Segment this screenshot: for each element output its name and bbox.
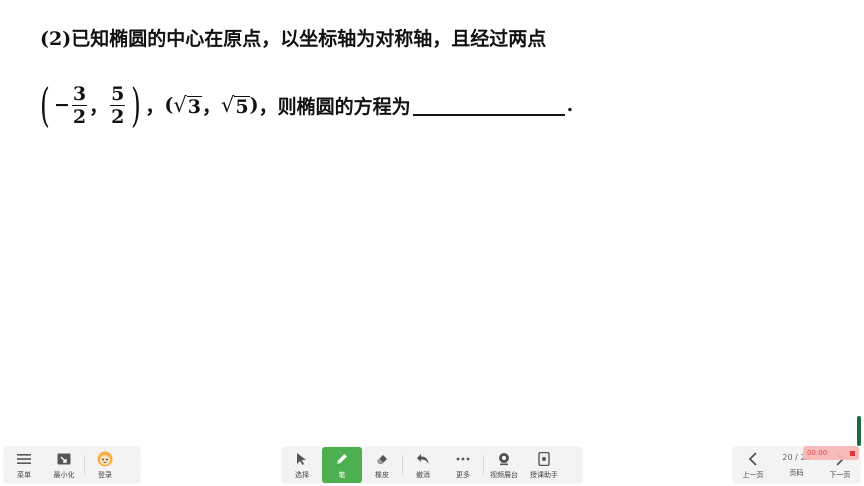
fraction-2: 5 2 [110, 82, 126, 128]
select-label: 选择 [295, 470, 309, 479]
sqrt-5: √ 5 [221, 93, 250, 117]
question-line-1: (2)已知椭圆的中心在原点，以坐标轴为对称轴，且经过两点 [40, 28, 547, 50]
select-tool[interactable]: 选择 [282, 447, 322, 483]
question-tail: 则椭圆的方程为 [277, 95, 411, 118]
undo-button[interactable]: 撤消 [403, 447, 443, 483]
chevron-left-icon [748, 451, 758, 467]
fraction-1-numerator: 3 [71, 82, 88, 106]
avatar-icon [97, 451, 113, 467]
period: . [566, 94, 574, 116]
eraser-label: 橡皮 [375, 470, 389, 479]
more-label: 更多 [456, 470, 470, 479]
menu-button[interactable]: 菜单 [4, 447, 44, 483]
teaching-assistant-button[interactable]: 授课助手 [524, 447, 564, 483]
sqrt-sign: √ [173, 93, 187, 117]
minimize-label: 最小化 [53, 470, 75, 479]
point-2-open: ( [164, 94, 174, 116]
undo-label: 撤消 [416, 470, 430, 479]
login-button[interactable]: 登录 [85, 447, 125, 483]
more-button[interactable]: 更多 [443, 447, 483, 483]
comma: ， [201, 95, 221, 118]
left-toolbar: 菜单 最小化 登录 [4, 447, 140, 483]
side-scroll-handle[interactable] [857, 416, 861, 446]
answer-blank [412, 94, 565, 116]
sqrt-3: √ 3 [173, 93, 202, 117]
teaching-assistant-label: 授课助手 [530, 470, 558, 479]
undo-icon [416, 451, 430, 467]
more-icon [456, 451, 470, 467]
eraser-icon [375, 451, 389, 467]
next-page-label: 下一页 [829, 470, 851, 479]
prev-page-button[interactable]: 上一页 [733, 447, 773, 483]
menu-icon [17, 451, 31, 467]
paren-close: ) [131, 78, 142, 132]
radicand: 3 [186, 96, 202, 118]
sqrt-sign: √ [220, 93, 235, 117]
paren-open: ( [40, 78, 50, 132]
prev-page-label: 上一页 [742, 470, 764, 479]
menu-label: 菜单 [17, 470, 31, 479]
recording-indicator[interactable]: 00:00 [803, 446, 859, 460]
recording-time: 00:00 [807, 449, 828, 457]
video-booth-button[interactable]: 视频展台 [484, 447, 524, 483]
comma: ， [89, 95, 109, 118]
fraction-2-denominator: 2 [111, 105, 125, 128]
pen-tool[interactable]: 笔 [322, 447, 362, 483]
fraction-1-denominator: 2 [72, 105, 87, 128]
stop-icon[interactable] [850, 450, 855, 456]
cursor-icon [296, 451, 308, 467]
eraser-tool[interactable]: 橡皮 [362, 447, 402, 483]
webcam-icon [497, 451, 511, 467]
point-2-close: ) [249, 94, 259, 116]
radicand: 5 [234, 96, 250, 118]
slide-canvas: (2)已知椭圆的中心在原点，以坐标轴为对称轴，且经过两点 ( − 3 2 ， 5… [0, 0, 864, 440]
comma: ， [145, 95, 165, 118]
login-label: 登录 [98, 470, 112, 479]
pen-icon [335, 451, 349, 467]
minimize-button[interactable]: 最小化 [44, 447, 84, 483]
page-number-label: 页码 [789, 468, 804, 477]
minimize-icon [57, 451, 71, 467]
pen-label: 笔 [338, 470, 346, 479]
video-booth-label: 视频展台 [490, 470, 518, 479]
question-line-2: ( − 3 2 ， 5 2 ) ， ( √ 3 ， √ 5 ) ， 则椭圆的方程… [36, 80, 573, 130]
fraction-1: 3 2 [71, 82, 88, 128]
comma: ， [258, 95, 278, 118]
phone-icon [538, 451, 550, 467]
center-toolbar: 选择 笔 橡皮 撤消 更多 视频展台 授课助手 [282, 447, 582, 483]
minus-sign: − [53, 94, 70, 116]
fraction-2-numerator: 5 [110, 82, 126, 106]
